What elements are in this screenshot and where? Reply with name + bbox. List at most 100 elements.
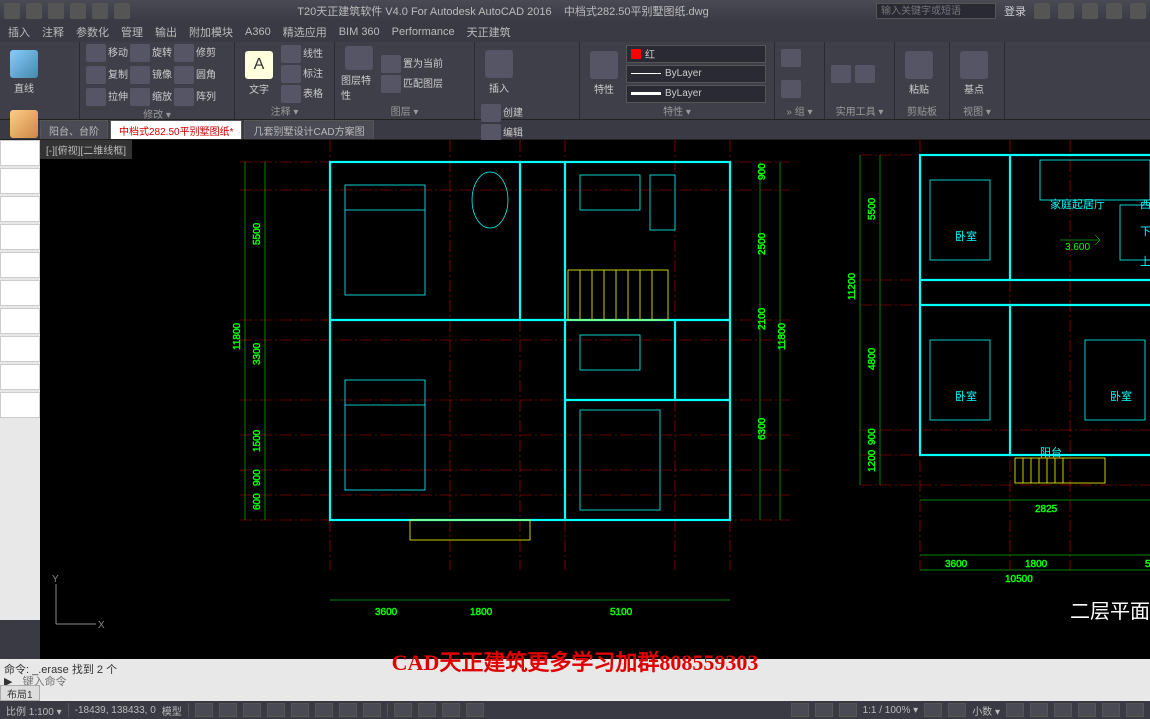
menu-item[interactable]: BIM 360 [339, 26, 380, 38]
group-icon[interactable] [781, 49, 801, 67]
transparency-toggle[interactable] [363, 703, 381, 717]
ungroup-icon[interactable] [781, 80, 801, 98]
svg-text:4800: 4800 [867, 347, 878, 370]
dynucs-toggle[interactable] [442, 703, 460, 717]
layer-props-button[interactable]: 图层特性 [341, 46, 377, 102]
scale-icon[interactable] [130, 88, 150, 106]
menu-item[interactable]: 天正建筑 [467, 24, 511, 40]
layout-tab[interactable]: 布局1 [0, 685, 40, 701]
close-icon[interactable] [1130, 3, 1146, 19]
palette-cell[interactable] [0, 196, 40, 222]
qat-open-icon[interactable] [48, 3, 64, 19]
props-button[interactable]: 特性 [586, 46, 622, 102]
anno-vis-toggle[interactable] [815, 703, 833, 717]
measure-icon[interactable] [831, 65, 851, 83]
color-dropdown[interactable]: 红 [626, 45, 766, 63]
anno-scale[interactable]: 1:1 / 100% ▾ [863, 705, 919, 716]
leader-icon[interactable] [281, 65, 301, 83]
doc-tab[interactable]: 几套别墅设计CAD方案图 [244, 120, 373, 139]
line-button[interactable]: 直线 [6, 44, 42, 100]
palette-cell[interactable] [0, 364, 40, 390]
maximize-icon[interactable] [1106, 3, 1122, 19]
doc-tab[interactable]: 阳台、台阶 [40, 120, 108, 139]
help-icon[interactable] [1058, 3, 1074, 19]
cleanscreen-toggle[interactable] [1102, 703, 1120, 717]
mirror-icon[interactable] [130, 66, 150, 84]
palette-cell[interactable] [0, 252, 40, 278]
array-icon[interactable] [174, 88, 194, 106]
anno-monitor-icon[interactable] [948, 703, 966, 717]
svg-text:10500: 10500 [1005, 574, 1033, 585]
grid-toggle[interactable] [195, 703, 213, 717]
polar-toggle[interactable] [267, 703, 285, 717]
lweight-toggle[interactable] [339, 703, 357, 717]
otrack-toggle[interactable] [315, 703, 333, 717]
palette-cell[interactable] [0, 336, 40, 362]
minimize-icon[interactable] [1082, 3, 1098, 19]
copy-icon[interactable] [86, 66, 106, 84]
palette-cell[interactable] [0, 280, 40, 306]
menu-item[interactable]: 精选应用 [283, 24, 327, 40]
move-icon[interactable] [86, 44, 106, 62]
menu-item[interactable]: Performance [392, 26, 455, 38]
app-menu-icon[interactable] [4, 3, 20, 19]
osnap-toggle[interactable] [291, 703, 309, 717]
palette-cell[interactable] [0, 168, 40, 194]
linear-dim-icon[interactable] [281, 45, 301, 63]
palette-cell[interactable] [0, 308, 40, 334]
table-icon[interactable] [281, 85, 301, 103]
linetype-dropdown[interactable]: ByLayer [626, 65, 766, 83]
fillet-icon[interactable] [174, 66, 194, 84]
palette-cell[interactable] [0, 392, 40, 418]
paste-button[interactable]: 粘贴 [901, 46, 937, 102]
customize-status-icon[interactable] [1126, 703, 1144, 717]
model-space-toggle[interactable]: 模型 [162, 703, 182, 718]
svg-text:2100: 2100 [757, 307, 768, 330]
layer-icon[interactable] [381, 55, 401, 73]
hwaccel-toggle[interactable] [1054, 703, 1072, 717]
viewport-label[interactable]: [-][俯视][二维线框] [40, 140, 132, 159]
isolate-toggle[interactable] [1078, 703, 1096, 717]
ortho-toggle[interactable] [243, 703, 261, 717]
dyninput-toggle[interactable] [466, 703, 484, 717]
units-display[interactable]: 小数 ▾ [972, 703, 1000, 718]
basepoint-button[interactable]: 基点 [956, 46, 992, 102]
scale-control[interactable]: 比例 1:100 ▾ [6, 703, 62, 718]
trim-icon[interactable] [174, 44, 194, 62]
3dosnap-toggle[interactable] [418, 703, 436, 717]
cycling-toggle[interactable] [394, 703, 412, 717]
exchange-icon[interactable] [1034, 3, 1050, 19]
snap-toggle[interactable] [219, 703, 237, 717]
insert-button[interactable]: 插入 [481, 44, 517, 100]
rotate-icon[interactable] [130, 44, 150, 62]
panel-label: 实用工具 ▾ [831, 103, 888, 117]
qat-undo-icon[interactable] [92, 3, 108, 19]
create-block-icon[interactable] [481, 104, 501, 122]
quickprops-toggle[interactable] [1006, 703, 1024, 717]
menu-item[interactable]: 插入 [8, 24, 30, 40]
menu-item[interactable]: 管理 [121, 24, 143, 40]
qat-new-icon[interactable] [26, 3, 42, 19]
palette-cell[interactable] [0, 224, 40, 250]
drawing-canvas[interactable]: [-][俯视][二维线框] 550 [40, 140, 1150, 659]
palette-cell[interactable] [0, 140, 40, 166]
text-button[interactable]: A文字 [241, 46, 277, 102]
doc-tab-active[interactable]: 中档式282.50平别墅图纸* [110, 120, 242, 139]
select-icon[interactable] [855, 65, 875, 83]
anno-auto-toggle[interactable] [839, 703, 857, 717]
menu-item[interactable]: 注释 [42, 24, 64, 40]
layer-match-icon[interactable] [381, 75, 401, 93]
search-input[interactable] [876, 3, 996, 19]
menu-item[interactable]: 参数化 [76, 24, 109, 40]
workspace-switch[interactable] [924, 703, 942, 717]
menu-item[interactable]: A360 [245, 26, 271, 38]
lineweight-dropdown[interactable]: ByLayer [626, 85, 766, 103]
menu-item[interactable]: 附加模块 [189, 24, 233, 40]
lock-ui-toggle[interactable] [1030, 703, 1048, 717]
iso-toggle[interactable] [791, 703, 809, 717]
stretch-icon[interactable] [86, 88, 106, 106]
menu-item[interactable]: 输出 [155, 24, 177, 40]
login-link[interactable]: 登录 [1004, 3, 1026, 19]
qat-save-icon[interactable] [70, 3, 86, 19]
qat-redo-icon[interactable] [114, 3, 130, 19]
